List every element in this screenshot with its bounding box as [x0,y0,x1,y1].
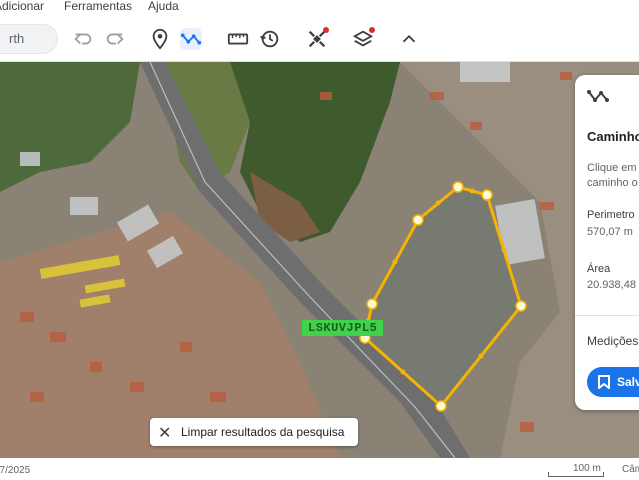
undo-icon[interactable] [72,28,94,50]
area-value: 20.938,48 [587,279,636,291]
scale-bar [548,472,604,477]
divider [575,315,639,316]
bookmark-icon [598,375,610,389]
perimeter-value: 570,07 m [587,226,633,238]
imagery-date: 07/2025 [0,465,31,476]
measurements-label: Medições [587,334,639,348]
layers-icon[interactable] [352,27,375,50]
menu-item-ajuda[interactable]: Ajuda [148,0,179,13]
ruler-icon[interactable] [227,28,249,50]
search-input[interactable]: rth [0,24,58,54]
status-bar: 07/2025 100 m Câm [0,458,639,480]
redo-icon[interactable] [104,28,126,50]
perimeter-label: Perimetro [587,209,635,221]
satellite-icon[interactable] [306,27,329,50]
camera-label: Câm [622,464,639,475]
menu-item-adicionar[interactable]: Adicionar [0,0,44,13]
toolbar: rth [0,18,639,62]
satellite-map[interactable]: LSKUVJPL5 [0,62,639,458]
menu-item-ferramentas[interactable]: Ferramentas [64,0,132,13]
panel-description: Clique em caminho o [587,162,638,189]
measurement-panel: Caminho Clique em caminho o Perimetro 57… [575,75,639,410]
close-icon: ✕ [158,425,172,442]
history-icon[interactable] [259,28,281,50]
area-label: Área [587,263,611,275]
save-button[interactable]: Salv [587,367,639,397]
panel-title: Caminho [587,129,639,144]
menu-bar: Adicionar Ferramentas Ajuda [0,0,639,18]
placemark-icon[interactable] [149,28,171,50]
notification-dot [369,27,375,33]
map-label: LSKUVJPL5 [302,320,384,336]
path-icon [587,89,609,103]
measured-path-polygon[interactable] [0,62,639,458]
clear-search-button[interactable]: ✕ Limpar resultados da pesquisa [150,418,358,446]
path-icon[interactable] [180,28,202,50]
notification-dot [323,27,329,33]
chevron-up-icon[interactable] [398,28,420,50]
clear-search-label: Limpar resultados da pesquisa [181,425,345,439]
